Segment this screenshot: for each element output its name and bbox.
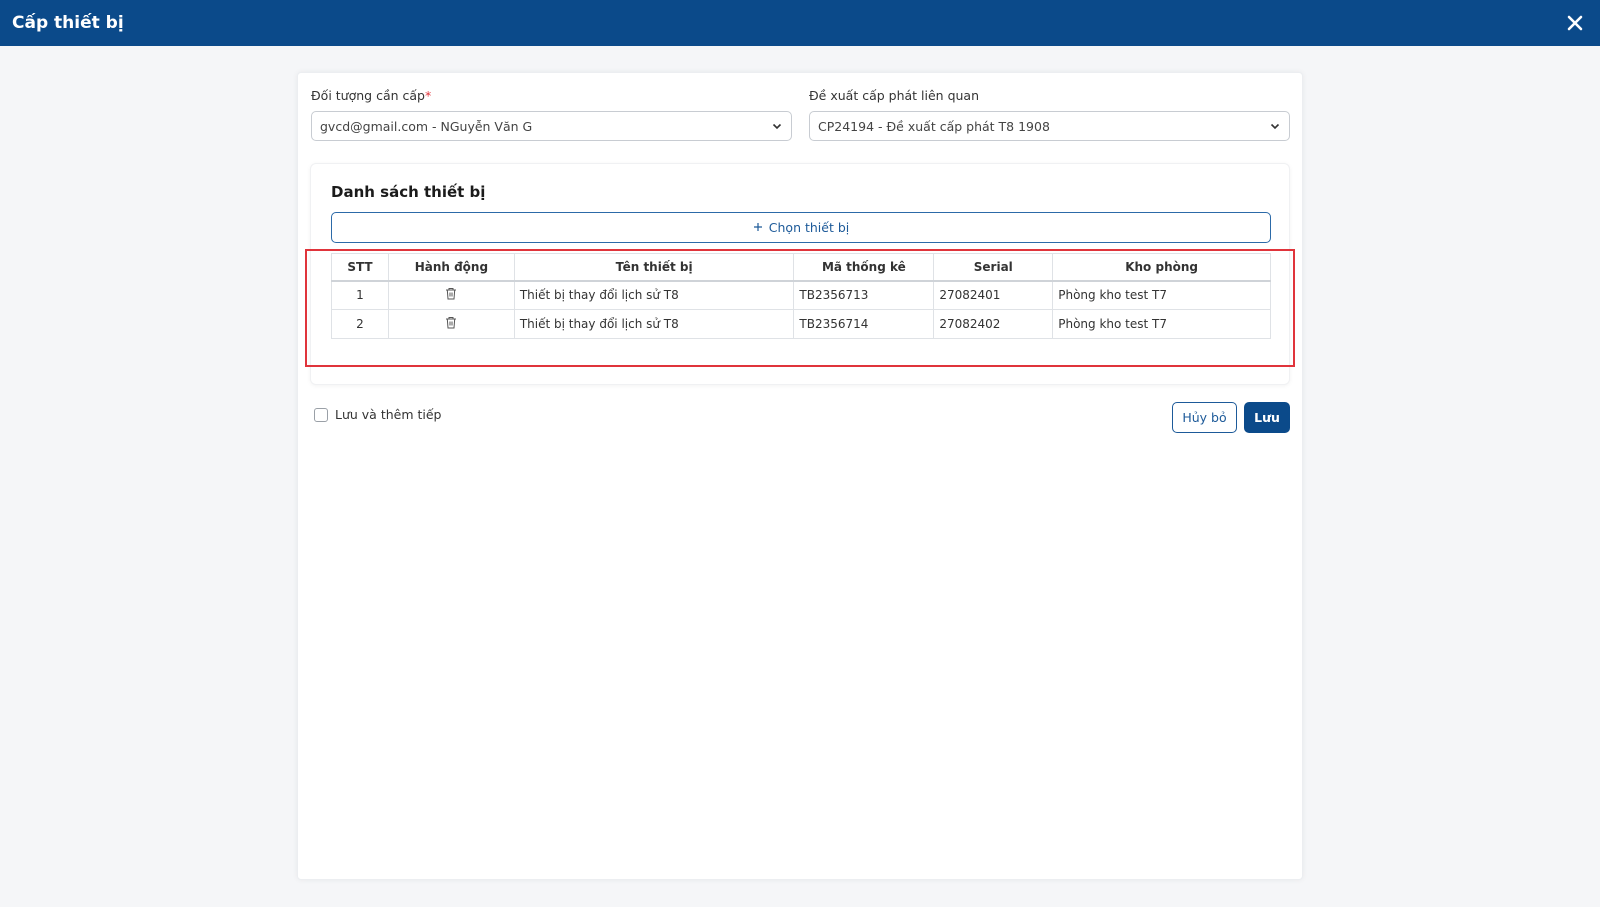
cell-action — [387, 280, 515, 310]
cell-room: Phòng kho test T7 — [1052, 280, 1271, 310]
table-row: 2 Thiết bị thay đổi lịch sử T8 TB2356714… — [331, 309, 1271, 339]
device-list-title: Danh sách thiết bị — [331, 183, 486, 201]
save-and-continue-label: Lưu và thêm tiếp — [335, 407, 442, 422]
col-action: Hành động — [387, 253, 515, 282]
target-select[interactable]: gvcd@gmail.com - NGuyễn Văn G — [311, 111, 792, 141]
trash-icon[interactable] — [445, 316, 457, 329]
cell-serial: 27082402 — [933, 309, 1054, 339]
cell-code: TB2356713 — [793, 280, 935, 310]
col-stt: STT — [331, 253, 389, 282]
proposal-label: Đề xuất cấp phát liên quan — [809, 88, 980, 103]
target-label: Đối tượng cần cấp* — [311, 88, 431, 103]
col-code: Mã thống kê — [793, 253, 935, 282]
cell-action — [387, 309, 515, 339]
table-header-row: STT Hành động Tên thiết bị Mã thống kê S… — [331, 253, 1271, 282]
cell-stt: 1 — [331, 280, 389, 310]
target-label-text: Đối tượng cần cấp — [311, 88, 425, 103]
cell-room: Phòng kho test T7 — [1052, 309, 1271, 339]
col-serial: Serial — [933, 253, 1054, 282]
cell-name: Thiết bị thay đổi lịch sử T8 — [513, 309, 795, 339]
cell-stt: 2 — [331, 309, 389, 339]
cancel-button[interactable]: Hủy bỏ — [1172, 402, 1237, 433]
cell-code: TB2356714 — [793, 309, 935, 339]
cell-name: Thiết bị thay đổi lịch sử T8 — [513, 280, 795, 310]
chevron-down-icon — [771, 120, 783, 132]
col-room: Kho phòng — [1052, 253, 1271, 282]
choose-device-label: Chọn thiết bị — [768, 220, 850, 235]
save-button[interactable]: Lưu — [1244, 402, 1290, 433]
required-mark: * — [424, 88, 432, 103]
modal-title: Cấp thiết bị — [12, 13, 124, 33]
col-name: Tên thiết bị — [513, 253, 795, 282]
form-card: Đối tượng cần cấp* gvcd@gmail.com - NGuy… — [297, 72, 1303, 880]
save-and-continue-option[interactable]: Lưu và thêm tiếp — [314, 407, 441, 422]
cell-serial: 27082401 — [933, 280, 1054, 310]
proposal-select-value: CP24194 - Đề xuất cấp phát T8 1908 — [818, 118, 1050, 134]
proposal-select[interactable]: CP24194 - Đề xuất cấp phát T8 1908 — [809, 111, 1290, 141]
save-and-continue-checkbox[interactable] — [314, 407, 328, 422]
trash-icon[interactable] — [445, 287, 457, 300]
target-select-value: gvcd@gmail.com - NGuyễn Văn G — [320, 118, 533, 134]
close-icon[interactable] — [1564, 12, 1586, 34]
table-row: 1 Thiết bị thay đổi lịch sử T8 TB2356713… — [331, 280, 1271, 310]
device-table: STT Hành động Tên thiết bị Mã thống kê S… — [331, 253, 1271, 339]
chevron-down-icon — [1269, 120, 1281, 132]
plus-icon — [753, 220, 763, 235]
choose-device-button[interactable]: Chọn thiết bị — [331, 212, 1271, 243]
modal-header: Cấp thiết bị — [0, 0, 1600, 46]
